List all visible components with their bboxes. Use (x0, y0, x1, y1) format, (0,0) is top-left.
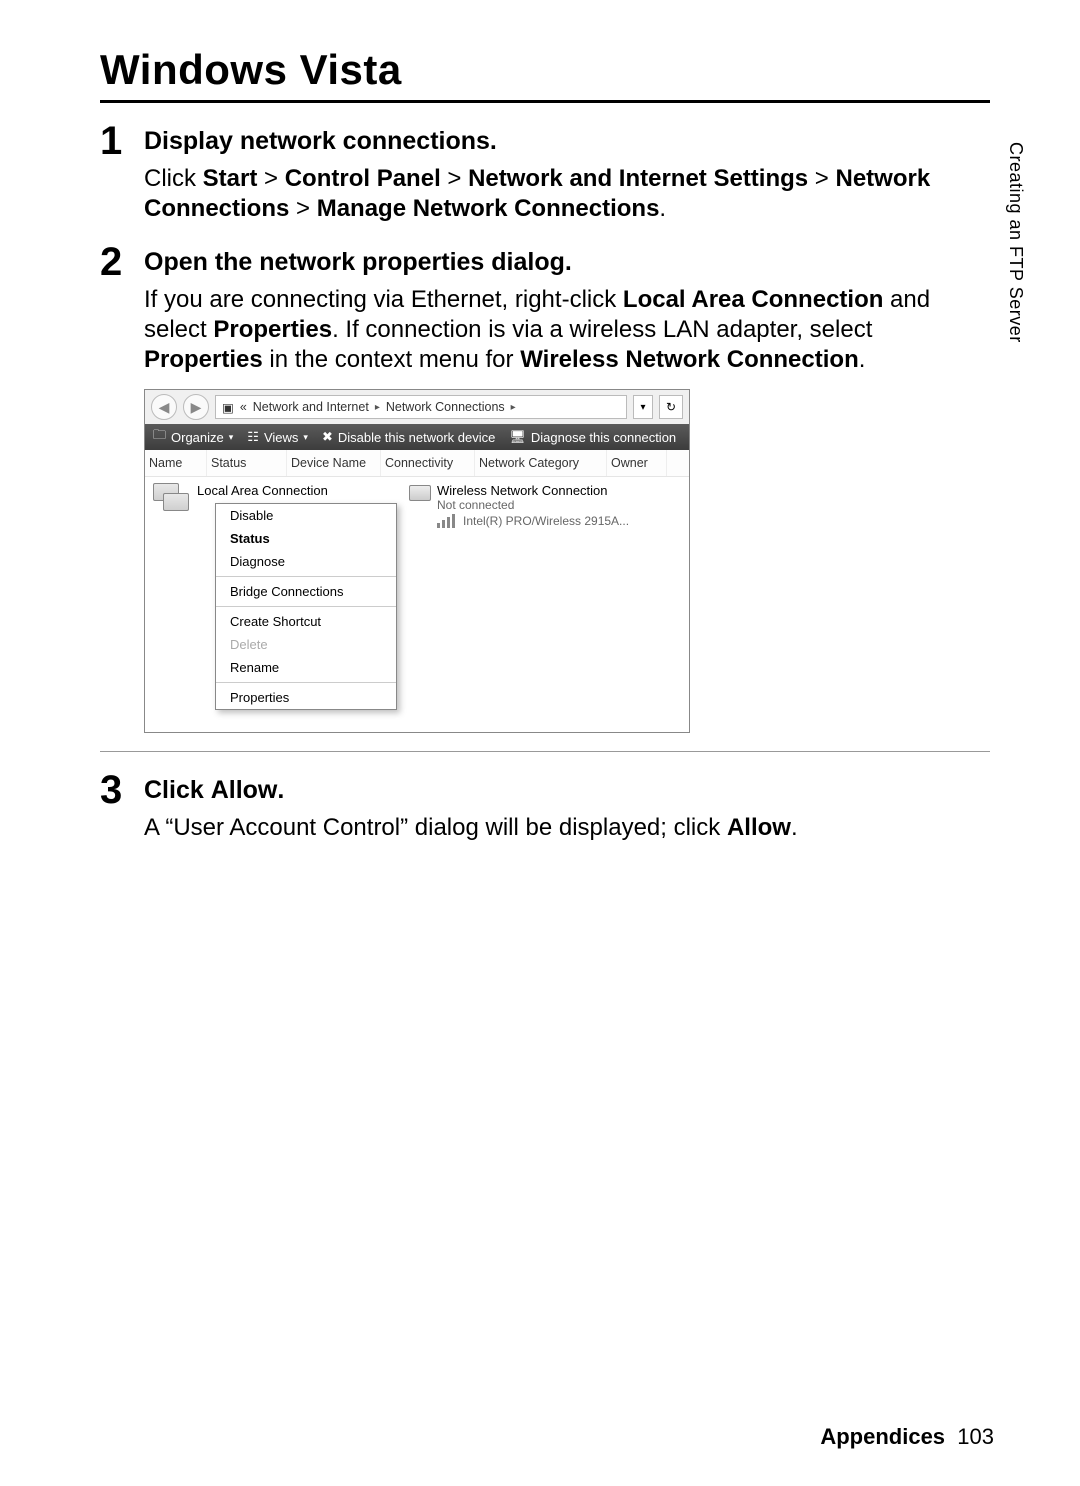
wireless-status: Not connected (437, 498, 629, 512)
breadcrumb[interactable]: ▣ « Network and Internet ▸ Network Conne… (215, 395, 627, 419)
col-owner[interactable]: Owner (607, 450, 667, 476)
step-divider (100, 751, 990, 752)
step-3: 3 Click Allow. A “User Account Control” … (100, 770, 990, 843)
col-category[interactable]: Network Category (475, 450, 607, 476)
wireless-connection[interactable]: Wireless Network Connection Not connecte… (409, 483, 683, 528)
breadcrumb-chevron: « (240, 400, 247, 414)
step-desc: Click Start > Control Panel > Network an… (144, 164, 990, 224)
breadcrumb-item[interactable]: Network and Internet (253, 400, 369, 414)
page-number: 103 (957, 1424, 994, 1449)
ctx-diagnose[interactable]: Diagnose (216, 550, 396, 573)
col-name[interactable]: Name (145, 450, 207, 476)
ctx-status[interactable]: Status (216, 527, 396, 550)
connection-label: Local Area Connection (197, 483, 328, 498)
page-footer: Appendices 103 (820, 1424, 994, 1450)
wireless-device: Intel(R) PRO/Wireless 2915A... (463, 514, 629, 528)
step-desc: A “User Account Control” dialog will be … (144, 813, 990, 843)
folder-icon: ▣ (222, 400, 234, 415)
organize-menu[interactable]: 🗀Organize▾ (153, 426, 233, 448)
signal-bars-icon (437, 512, 457, 528)
explorer-toolbar: 🗀Organize▾ ☷Views▾ ✖Disable this network… (145, 424, 689, 450)
footer-section: Appendices (820, 1424, 945, 1449)
step-1: 1 Display network connections. Click Sta… (100, 121, 990, 224)
step-number: 1 (100, 121, 144, 224)
wireless-title: Wireless Network Connection (437, 483, 629, 498)
section-heading: Windows Vista (100, 46, 990, 103)
ctx-rename[interactable]: Rename (216, 656, 396, 679)
col-status[interactable]: Status (207, 450, 287, 476)
step-number: 2 (100, 242, 144, 733)
step-title: Click Allow. (144, 776, 990, 805)
network-icon (409, 485, 431, 501)
step-title: Open the network properties dialog. (144, 248, 990, 277)
refresh-button[interactable]: ↻ (659, 395, 683, 419)
explorer-address-bar: ◀ ▶ ▣ « Network and Internet ▸ Network C… (145, 390, 689, 424)
breadcrumb-sep: ▸ (375, 402, 380, 413)
back-button[interactable]: ◀ (151, 394, 177, 420)
side-tab: Creating an FTP Server (1005, 142, 1026, 343)
ctx-bridge[interactable]: Bridge Connections (216, 576, 396, 603)
step-desc: If you are connecting via Ethernet, righ… (144, 285, 990, 375)
step-number: 3 (100, 770, 144, 843)
ctx-disable[interactable]: Disable (216, 504, 396, 527)
disable-device-button[interactable]: ✖Disable this network device (322, 429, 495, 445)
forward-button[interactable]: ▶ (183, 394, 209, 420)
col-connectivity[interactable]: Connectivity (381, 450, 475, 476)
ctx-delete: Delete (216, 633, 396, 656)
diagnose-button[interactable]: 🖥Diagnose this connection (509, 429, 676, 445)
views-menu[interactable]: ☷Views▾ (247, 429, 308, 445)
column-headers[interactable]: Name Status Device Name Connectivity Net… (145, 450, 689, 477)
addr-dropdown[interactable]: ▾ (633, 395, 653, 419)
vista-screenshot: ◀ ▶ ▣ « Network and Internet ▸ Network C… (144, 389, 690, 733)
ctx-properties[interactable]: Properties (216, 682, 396, 709)
context-menu: Disable Status Diagnose Bridge Connectio… (215, 503, 397, 710)
ctx-shortcut[interactable]: Create Shortcut (216, 606, 396, 633)
col-device[interactable]: Device Name (287, 450, 381, 476)
network-icon (153, 483, 189, 513)
step-2: 2 Open the network properties dialog. If… (100, 242, 990, 733)
breadcrumb-item[interactable]: Network Connections (386, 400, 505, 414)
step-title: Display network connections. (144, 127, 990, 156)
breadcrumb-sep: ▸ (511, 402, 516, 413)
